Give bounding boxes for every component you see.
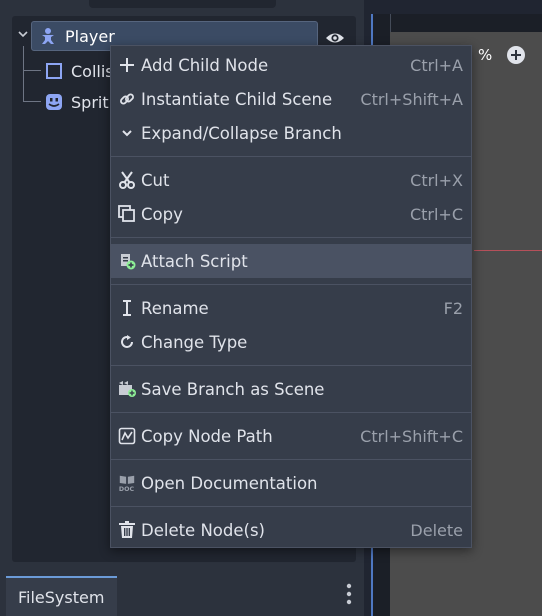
tree-guide-line: [23, 70, 41, 71]
tree-item-label: Sprit: [71, 92, 109, 112]
copy-icon: [118, 205, 136, 223]
menu-item-label: Save Branch as Scene: [141, 379, 325, 399]
svg-text:DOC: DOC: [119, 486, 135, 493]
attach-script-icon: [118, 252, 136, 270]
menu-item-instantiate-child-scene[interactable]: Instantiate Child Scene Ctrl+Shift+A: [111, 82, 471, 116]
scene-toolbar: [0, 0, 364, 10]
tab-label: FileSystem: [18, 587, 105, 607]
menu-item-delete-nodes[interactable]: Delete Node(s) Delete: [111, 513, 471, 547]
tree-guide-line: [23, 46, 24, 102]
plus-icon: [118, 56, 136, 74]
menu-item-add-child-node[interactable]: Add Child Node Ctrl+A: [111, 48, 471, 82]
menu-item-label: Instantiate Child Scene: [141, 89, 333, 109]
menu-separator: [111, 284, 471, 285]
menu-item-open-documentation[interactable]: DOC Open Documentation: [111, 466, 471, 500]
menu-item-shortcut: Ctrl+X: [410, 170, 463, 190]
zoom-in-icon[interactable]: [506, 45, 526, 65]
menu-item-label: Attach Script: [141, 251, 248, 271]
tree-item-label: Player: [65, 26, 115, 46]
tree-item-collision[interactable]: Collis: [45, 56, 114, 86]
zoom-level: %: [478, 46, 493, 64]
menu-item-copy-node-path[interactable]: Copy Node Path Ctrl+Shift+C: [111, 419, 471, 453]
menu-item-cut[interactable]: Cut Ctrl+X: [111, 163, 471, 197]
menu-item-expand-collapse-branch[interactable]: Expand/Collapse Branch: [111, 116, 471, 150]
menu-item-shortcut: F2: [443, 298, 463, 318]
menu-item-shortcut: Ctrl+Shift+C: [360, 426, 463, 446]
menu-item-change-type[interactable]: Change Type: [111, 325, 471, 359]
refresh-icon: [118, 333, 136, 351]
menu-separator: [111, 365, 471, 366]
filesystem-dock: FileSystem: [0, 572, 364, 616]
chevron-down-icon: [118, 124, 136, 142]
collapse-arrow-icon[interactable]: [17, 28, 29, 40]
tree-item-sprite[interactable]: Sprit: [45, 87, 109, 117]
menu-separator: [111, 412, 471, 413]
horizontal-ruler: [372, 14, 542, 33]
menu-item-copy[interactable]: Copy Ctrl+C: [111, 197, 471, 231]
menu-item-label: Add Child Node: [141, 55, 269, 75]
menu-item-rename[interactable]: Rename F2: [111, 291, 471, 325]
menu-item-label: Cut: [141, 170, 170, 190]
menu-separator: [111, 237, 471, 238]
menu-item-label: Rename: [141, 298, 209, 318]
tab-filesystem[interactable]: FileSystem: [6, 576, 117, 616]
filter-field[interactable]: [89, 0, 276, 8]
menu-item-shortcut: Delete: [410, 520, 463, 540]
menu-item-label: Copy: [141, 204, 183, 224]
kebab-menu-icon[interactable]: [344, 582, 354, 606]
menu-separator: [111, 156, 471, 157]
scissors-icon: [118, 171, 136, 189]
character-body-icon: [39, 27, 57, 45]
text-cursor-icon: [118, 299, 136, 317]
menu-item-label: Expand/Collapse Branch: [141, 123, 342, 143]
menu-item-label: Delete Node(s): [141, 520, 265, 540]
menu-item-shortcut: Ctrl+Shift+A: [360, 89, 463, 109]
menu-item-save-branch-as-scene[interactable]: Save Branch as Scene: [111, 372, 471, 406]
node-path-icon: [118, 427, 136, 445]
x-axis-line: [474, 250, 542, 251]
menu-item-label: Open Documentation: [141, 473, 318, 493]
menu-item-shortcut: Ctrl+C: [409, 204, 463, 224]
sprite-icon: [45, 93, 63, 111]
menu-item-shortcut: Ctrl+A: [410, 55, 463, 75]
context-menu: Add Child Node Ctrl+A Instantiate Child …: [110, 45, 472, 548]
menu-separator: [111, 459, 471, 460]
tree-guide-line: [23, 101, 41, 102]
trash-icon: [118, 521, 136, 539]
menu-separator: [111, 506, 471, 507]
tree-item-label: Collis: [71, 61, 114, 81]
menu-item-attach-script[interactable]: Attach Script: [111, 244, 471, 278]
menu-item-label: Change Type: [141, 332, 248, 352]
documentation-icon: DOC: [118, 474, 136, 493]
menu-item-label: Copy Node Path: [141, 426, 273, 446]
link-icon: [118, 90, 136, 108]
save-scene-icon: [118, 380, 136, 398]
collision-shape-icon: [45, 62, 63, 80]
